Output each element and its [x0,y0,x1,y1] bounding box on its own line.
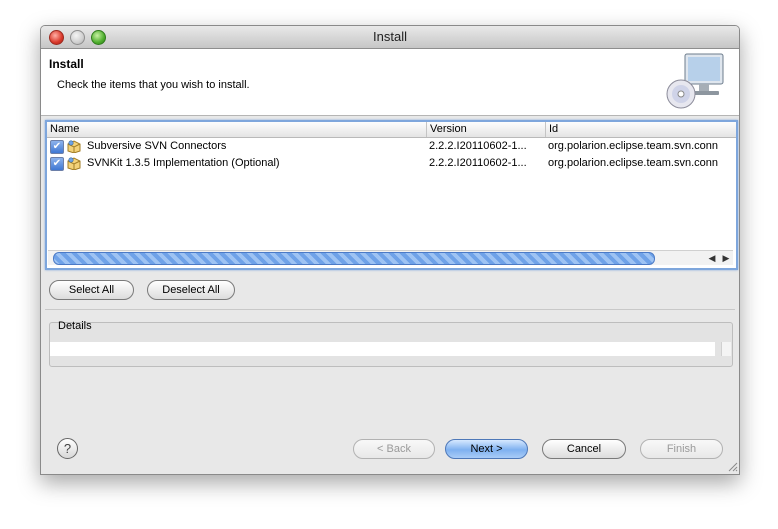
row-checkbox[interactable]: ✔ [50,140,64,154]
column-header-version[interactable]: Version [427,122,546,137]
details-scrollbar[interactable] [721,342,731,356]
help-icon[interactable]: ? [57,438,78,459]
row-id: org.polarion.eclipse.team.svn.conn [548,140,718,152]
back-button[interactable]: < Back [353,439,435,459]
install-items-table: Name Version Id ✔ Subversive SVN Connect… [45,120,738,270]
details-label: Details [58,320,92,332]
title-bar: Install [41,26,739,49]
column-header-name[interactable]: Name [47,122,427,137]
table-row[interactable]: ✔ SVNKit 1.3.5 Implementation (Optional)… [47,155,736,172]
page-description: Check the items that you wish to install… [57,79,250,91]
row-checkbox[interactable]: ✔ [50,157,64,171]
scrollbar-thumb[interactable] [53,252,655,265]
details-text-area[interactable] [50,342,715,356]
table-row[interactable]: ✔ Subversive SVN Connectors 2.2.2.I20110… [47,138,736,155]
scroll-left-arrow-icon[interactable]: ◀ [706,252,718,264]
column-header-id[interactable]: Id [546,122,735,137]
scroll-right-arrow-icon[interactable]: ▶ [720,252,732,264]
feature-package-icon [67,157,81,170]
divider [45,309,735,310]
wizard-header: Install Check the items that you wish to… [41,49,739,116]
page-title: Install [49,57,84,71]
deselect-all-button[interactable]: Deselect All [147,280,235,300]
finish-button[interactable]: Finish [640,439,723,459]
row-version: 2.2.2.I20110602-1... [429,140,527,152]
row-id: org.polarion.eclipse.team.svn.conn [548,157,718,169]
install-dialog: Install Install Check the items that you… [40,25,740,475]
window-title: Install [373,29,407,44]
row-name: Subversive SVN Connectors [87,140,227,152]
cancel-button[interactable]: Cancel [542,439,626,459]
resize-grip-icon[interactable] [726,460,738,472]
row-name: SVNKit 1.3.5 Implementation (Optional) [87,157,280,169]
table-header: Name Version Id [47,122,736,138]
select-all-button[interactable]: Select All [49,280,134,300]
next-button[interactable]: Next > [445,439,528,459]
row-version: 2.2.2.I20110602-1... [429,157,527,169]
feature-package-icon [67,140,81,153]
install-cd-monitor-icon [666,53,724,109]
horizontal-scrollbar[interactable]: ◀ ▶ [48,250,733,265]
